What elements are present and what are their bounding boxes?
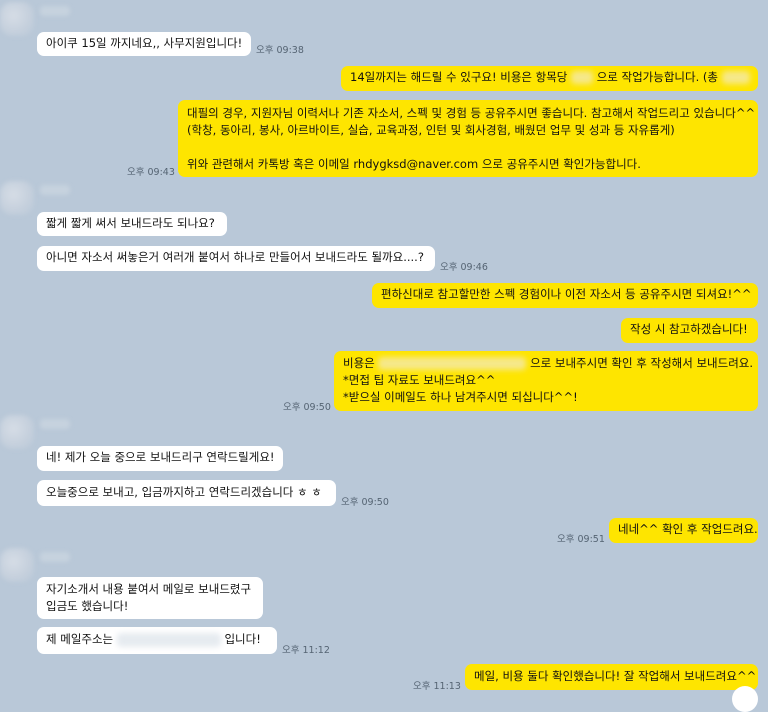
sender-name-redacted [40, 419, 70, 429]
message-bubble[interactable]: 오늘중으로 보내고, 입금까지하고 연락드리겠습니다 ㅎ ㅎ [37, 480, 336, 506]
message-bubble[interactable]: 편하신대로 참고할만한 스펙 경험이나 이전 자소서 등 공유주시면 되셔요!^… [372, 283, 758, 308]
redacted-email [116, 632, 221, 647]
message-line: 대필의 경우, 지원자님 이력서나 기존 자소서, 스펙 및 경험 등 공유주시… [187, 106, 756, 120]
message-text: 오늘중으로 보내고, 입금까지하고 연락드리겠습니다 ㅎ ㅎ [46, 485, 322, 499]
message-text: 아니면 자소서 써놓은거 여러개 붙여서 하나로 만들어서 보내드라도 될까요.… [46, 250, 424, 264]
message-line [187, 139, 749, 156]
message-time: 오후 09:38 [256, 45, 304, 56]
message-line: 자기소개서 내용 붙여서 메일로 보내드렸구 [46, 582, 252, 596]
message-text: 작성 시 참고하겠습니다! [630, 322, 748, 336]
message-text: 짧게 짧게 써서 보내드라도 되나요? [46, 216, 215, 230]
message-text: 아이쿠 15일 까지네요,, 사무지원입니다! [46, 36, 243, 50]
message-bubble[interactable]: 자기소개서 내용 붙여서 메일로 보내드렸구 입금도 했습니다! [37, 577, 263, 619]
message-time: 오후 09:50 [283, 402, 331, 413]
sender-name-redacted [40, 552, 70, 562]
sender-avatar[interactable] [0, 181, 34, 215]
message-bubble[interactable]: 비용은 으로 보내주시면 확인 후 작성해서 보내드려요. *면접 팁 자료도 … [334, 351, 758, 411]
chat-area: 아이쿠 15일 까지네요,, 사무지원입니다! 오후 09:38 14일까지는 … [0, 0, 768, 712]
message-line: 입금도 했습니다! [46, 599, 129, 613]
message-bubble[interactable]: 짧게 짧게 써서 보내드라도 되나요? [37, 212, 227, 236]
message-bubble[interactable]: 아니면 자소서 써놓은거 여러개 붙여서 하나로 만들어서 보내드라도 될까요.… [37, 246, 435, 271]
message-bubble[interactable]: 메일, 비용 둘다 확인했습니다! 잘 작업해서 보내드려요^^ [465, 664, 758, 690]
message-time: 오후 11:13 [413, 681, 461, 692]
message-time: 오후 09:43 [127, 167, 175, 178]
message-time: 오후 09:46 [440, 262, 488, 273]
sender-avatar[interactable] [0, 415, 34, 449]
message-text: 메일, 비용 둘다 확인했습니다! 잘 작업해서 보내드려요^^ [474, 669, 757, 683]
message-text: 14일까지는 해드릴 수 있구요! 비용은 항목당 [350, 70, 568, 84]
message-text: 네! 제가 오늘 중으로 보내드리구 연락드릴게요! [46, 450, 275, 464]
redacted-account [378, 357, 527, 370]
redacted-amount [571, 71, 594, 84]
message-bubble[interactable]: 작성 시 참고하겠습니다! [621, 318, 758, 343]
message-text: 으로 보내주시면 확인 후 작성해서 보내드려요. [530, 356, 754, 370]
sender-name-redacted [40, 6, 70, 16]
message-line: *면접 팁 자료도 보내드려요^^ [343, 373, 496, 387]
message-line: 위와 관련해서 카톡방 혹은 이메일 rhdygksd@naver.com 으로… [187, 157, 641, 171]
message-text: 네네^^ 확인 후 작업드려요. [618, 522, 758, 536]
message-line: *받으실 이메일도 하나 남겨주시면 되십니다^^! [343, 390, 578, 404]
sender-name-redacted [40, 185, 70, 195]
message-bubble[interactable]: 네네^^ 확인 후 작업드려요. [609, 518, 758, 543]
message-time: 오후 09:51 [557, 534, 605, 545]
message-text: 제 메일주소는 [46, 632, 114, 646]
message-text: 비용은 [343, 356, 375, 370]
message-bubble[interactable]: 네! 제가 오늘 중으로 보내드리구 연락드릴게요! [37, 446, 283, 471]
message-bubble[interactable]: 아이쿠 15일 까지네요,, 사무지원입니다! [37, 32, 251, 56]
message-text: 입니다! [224, 632, 261, 646]
message-time: 오후 11:12 [282, 645, 330, 656]
message-bubble[interactable]: 대필의 경우, 지원자님 이력서나 기존 자소서, 스펙 및 경험 등 공유주시… [178, 100, 758, 177]
sender-avatar[interactable] [0, 548, 34, 582]
sender-avatar[interactable] [0, 2, 34, 36]
message-bubble[interactable]: 14일까지는 해드릴 수 있구요! 비용은 항목당 으로 작업가능합니다. (총 [341, 66, 758, 91]
message-time: 오후 09:50 [341, 497, 389, 508]
message-bubble[interactable]: 제 메일주소는 입니다! [37, 627, 277, 654]
partial-profile-icon[interactable] [732, 686, 758, 712]
message-text: 편하신대로 참고할만한 스펙 경험이나 이전 자소서 등 공유주시면 되셔요!^… [381, 287, 752, 301]
redacted-total [721, 71, 750, 84]
message-line: (학창, 동아리, 봉사, 아르바이트, 실습, 교육과정, 인턴 및 회사경험… [187, 123, 675, 137]
message-text: 으로 작업가능합니다. (총 [596, 70, 718, 84]
